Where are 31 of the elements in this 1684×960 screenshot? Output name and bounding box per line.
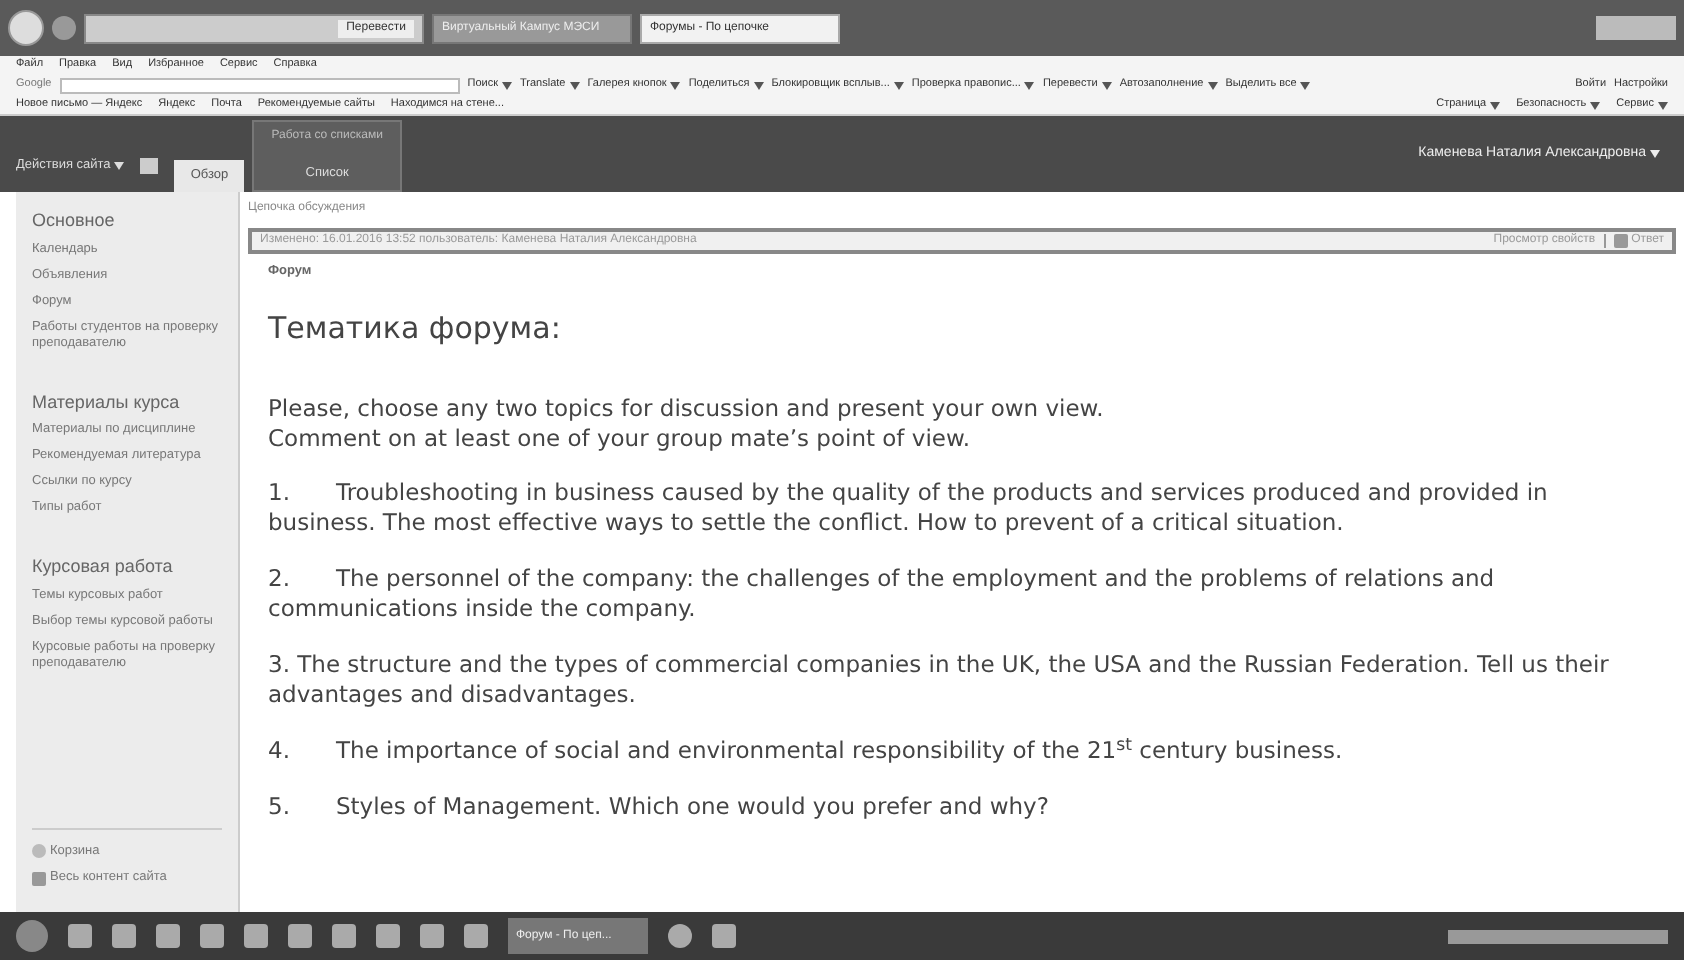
navigate-up-icon[interactable] [140,158,159,174]
topic-text: 1. Troubleshooting in business caused by the quality of the products and services produced and provided in business. The most effective ways to settle the conflict. How to prevent of a critical situation. [268,478,1550,539]
caret-icon [1024,81,1035,89]
caret-icon [502,81,512,89]
caret-icon [1658,101,1668,109]
caret-icon [893,81,904,89]
topic-text: 2. The personnel of the company: the challenges of the employment and the problems of relations and communications inside the company. [268,564,1497,625]
sidebar-heading: Материалы курса [32,389,182,416]
intro-text: Please, choose any two topics for discussion and present your own view. [268,394,1106,425]
caret-icon [753,81,764,89]
sidebar-heading: Основное [32,208,117,234]
topic-text: 5. Styles of Management. Which one would you prefer and why? [268,792,1049,823]
start-button[interactable] [16,920,48,952]
caret-icon [1300,81,1311,89]
caret-icon [1650,150,1660,158]
caret-icon [114,162,125,171]
sidebar-heading: Курсовая работа [32,554,175,580]
back-button[interactable] [8,10,44,46]
caret-icon [1590,101,1601,109]
caret-icon [1101,81,1112,89]
caret-icon [1207,81,1218,89]
forward-button[interactable] [52,16,76,40]
caret-icon [1490,101,1501,109]
forum-heading: Тематика форума: [268,307,563,350]
topic-text: 3. The structure and the types of commercial companies in the UK, the USA and the Russian Federation. Tell us their advantages and disadvantages. [268,650,1611,711]
intro-text: Comment on at least one of your group mate’s point of view. [268,424,972,455]
taskbar-icon[interactable] [668,924,692,948]
topic-text: 4. The importance of social and environmental responsibility of the 21$^{st}$ century business. [268,736,1343,767]
search-field[interactable] [59,77,460,93]
caret-icon [670,81,681,89]
caret-icon [569,81,580,89]
